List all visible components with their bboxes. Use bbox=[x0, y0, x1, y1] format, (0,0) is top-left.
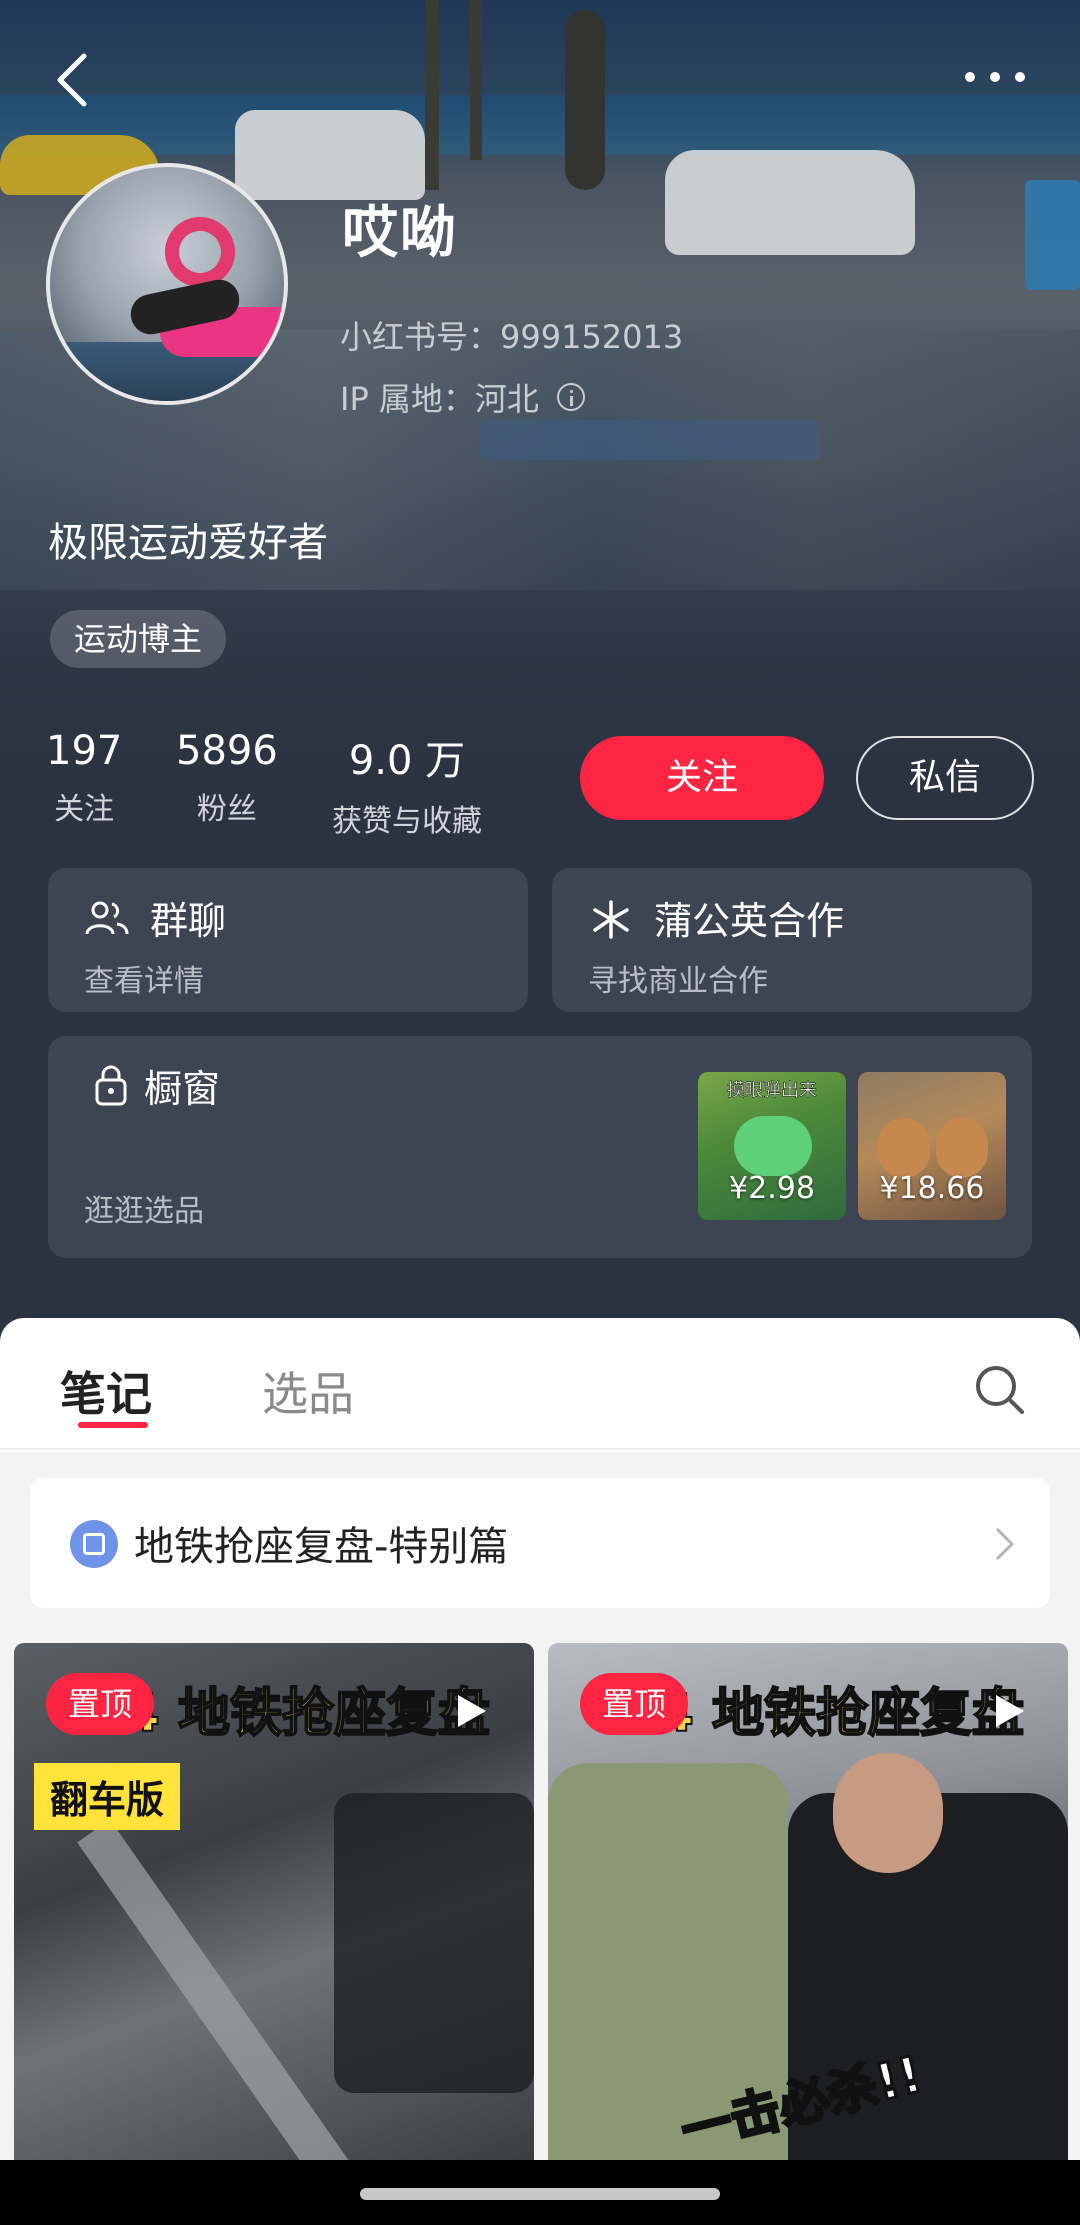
stat-likes[interactable]: 9.0 万 获赞与收藏 bbox=[332, 728, 482, 840]
stat-following[interactable]: 197 关注 bbox=[46, 728, 122, 828]
tab-active-indicator bbox=[78, 1422, 148, 1428]
home-indicator[interactable] bbox=[360, 2188, 720, 2200]
red-id: 小红书号：999152013 bbox=[340, 318, 684, 356]
stat-followers-value: 5896 bbox=[176, 728, 278, 774]
lock-bag-icon bbox=[95, 1065, 127, 1106]
stat-followers-label: 粉丝 bbox=[196, 792, 257, 827]
shop-subtitle: 逛逛选品 bbox=[84, 1194, 204, 1229]
dandelion-icon bbox=[593, 900, 629, 939]
tab-notes[interactable]: 笔记 bbox=[60, 1358, 152, 1424]
background-van bbox=[235, 110, 425, 200]
shop-item-1[interactable]: 摸眼弹出来 ¥2.98 bbox=[698, 1072, 846, 1220]
group-chat-card[interactable]: 群聊 查看详情 bbox=[48, 868, 528, 1012]
stat-likes-value: 9.0 万 bbox=[348, 738, 466, 784]
avatar[interactable] bbox=[46, 163, 288, 405]
shop-item-2-toy bbox=[878, 1118, 930, 1178]
shop-item-2-toy bbox=[936, 1118, 988, 1178]
top-bar bbox=[0, 40, 1080, 120]
bio: 极限运动爱好者 bbox=[48, 520, 328, 566]
group-chat-title: 群聊 bbox=[150, 899, 227, 943]
note-1-pole bbox=[77, 1819, 351, 2187]
follow-button[interactable]: 关注 bbox=[580, 736, 824, 820]
tab-products[interactable]: 选品 bbox=[262, 1358, 354, 1424]
more-icon[interactable] bbox=[960, 62, 1030, 92]
note-card[interactable]: 4 地铁抢座复盘 置顶 翻车版 bbox=[14, 1643, 534, 2225]
group-chat-subtitle: 查看详情 bbox=[84, 964, 204, 999]
note-1-figure bbox=[334, 1793, 534, 2093]
pinned-badge: 置顶 bbox=[580, 1673, 689, 1735]
chevron-right-icon bbox=[996, 1528, 1014, 1560]
collection-icon bbox=[70, 1520, 118, 1568]
shop-item-2[interactable]: ¥18.66 bbox=[858, 1072, 1006, 1220]
stat-likes-label: 获赞与收藏 bbox=[332, 804, 482, 839]
tab-bar: 笔记 选品 bbox=[0, 1318, 1080, 1450]
stat-followers[interactable]: 5896 粉丝 bbox=[176, 728, 278, 828]
info-icon[interactable] bbox=[556, 383, 585, 411]
note-1-badge: 翻车版 bbox=[34, 1763, 181, 1830]
shop-card[interactable]: 橱窗 逛逛选品 摸眼弹出来 ¥2.98 ¥18.66 bbox=[48, 1036, 1032, 1258]
play-icon bbox=[458, 1695, 486, 1727]
shop-item-1-caption: 摸眼弹出来 bbox=[727, 1080, 818, 1102]
pinned-badge: 置顶 bbox=[46, 1673, 155, 1735]
collection-title: 地铁抢座复盘-特别篇 bbox=[134, 1524, 509, 1570]
dandelion-card[interactable]: 蒲公英合作 寻找商业合作 bbox=[552, 868, 1032, 1012]
note-2-face bbox=[833, 1753, 943, 1873]
dandelion-subtitle: 寻找商业合作 bbox=[588, 964, 768, 999]
shop-title: 橱窗 bbox=[144, 1067, 221, 1111]
stat-following-value: 197 bbox=[46, 728, 123, 774]
note-card[interactable]: 1 4 地铁抢座复盘 置顶 一击必杀!! bbox=[548, 1643, 1068, 2225]
background-tank bbox=[1025, 180, 1080, 290]
message-button[interactable]: 私信 bbox=[856, 736, 1034, 820]
group-icon bbox=[85, 901, 129, 935]
shop-item-1-price: ¥2.98 bbox=[729, 1171, 815, 1206]
creator-tag[interactable]: 运动博主 bbox=[50, 610, 227, 668]
content-panel: 笔记 选品 地铁抢座复盘-特别篇 4 地铁抢座复盘 置顶 翻车版 1 4 地铁抢… bbox=[0, 1318, 1080, 2225]
background-boat bbox=[480, 420, 820, 460]
nickname: 哎呦 bbox=[342, 201, 458, 266]
shop-item-1-toy bbox=[734, 1116, 812, 1176]
back-icon[interactable] bbox=[48, 50, 98, 110]
background-suv bbox=[665, 150, 915, 255]
search-icon[interactable] bbox=[972, 1362, 1028, 1418]
dandelion-title: 蒲公英合作 bbox=[654, 899, 845, 943]
ip-location-text: IP 属地：河北 bbox=[340, 380, 539, 418]
collection-entry[interactable]: 地铁抢座复盘-特别篇 bbox=[30, 1478, 1050, 1608]
play-icon bbox=[996, 1695, 1024, 1727]
stat-following-label: 关注 bbox=[54, 792, 115, 827]
note-2-figure-coat bbox=[548, 1763, 788, 2225]
ip-location[interactable]: IP 属地：河北 bbox=[340, 374, 585, 420]
shop-item-2-price: ¥18.66 bbox=[879, 1171, 985, 1206]
